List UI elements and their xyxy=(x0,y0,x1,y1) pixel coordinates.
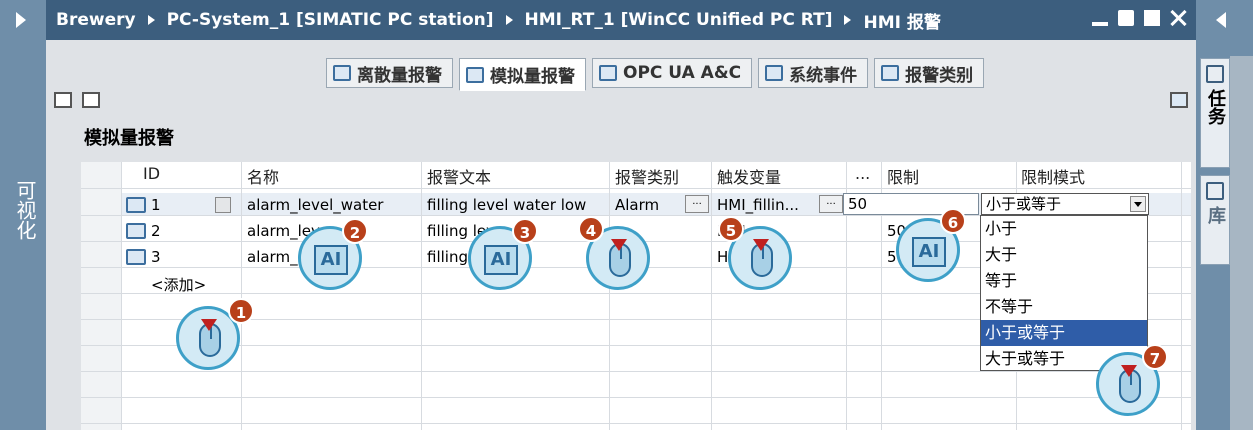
option-less-than[interactable]: 小于 xyxy=(981,216,1147,242)
row1-text[interactable]: filling level water low xyxy=(427,196,586,214)
breadcrumb-brewery[interactable]: Brewery xyxy=(56,10,136,30)
text-input-icon: AI xyxy=(314,245,348,275)
header-id[interactable]: ID xyxy=(143,164,160,183)
expand-arrow-icon[interactable] xyxy=(16,12,26,28)
chevron-down-icon[interactable] xyxy=(1130,196,1146,212)
header-limit[interactable]: 限制 xyxy=(887,164,919,188)
tab-label: 报警类别 xyxy=(905,65,974,86)
left-panel: 可视化 xyxy=(0,0,46,430)
visualization-panel-label[interactable]: 可视化 xyxy=(8,180,37,240)
header-more[interactable]: ... xyxy=(855,164,870,183)
tab-opc-ua-ac[interactable]: OPC UA A&C xyxy=(592,58,753,88)
system-event-icon xyxy=(765,65,784,81)
breadcrumb-separator-icon xyxy=(844,15,852,25)
header-trigger-tag[interactable]: 触发变量 xyxy=(717,164,781,188)
alarm-tabs: 离散量报警 模拟量报警 OPC UA A&C 系统事件 报警类别 xyxy=(326,58,985,91)
click-arrow-icon xyxy=(201,319,217,331)
tab-analog-alarms[interactable]: 模拟量报警 xyxy=(459,58,586,91)
trigger-picker-button[interactable]: ... xyxy=(819,195,843,213)
window-controls xyxy=(1092,10,1186,26)
tab-label: 模拟量报警 xyxy=(490,67,575,87)
tasks-side-tab[interactable]: 任务 xyxy=(1200,58,1230,168)
title-bar: Brewery PC-System_1 [SIMATIC PC station]… xyxy=(46,0,1196,40)
text-input-icon: AI xyxy=(484,245,518,275)
alarm-class-icon xyxy=(881,65,900,81)
click-arrow-icon xyxy=(1121,365,1137,377)
library-label: 库 xyxy=(1205,206,1226,224)
restore-icon[interactable] xyxy=(1118,10,1134,26)
analog-alarm-icon xyxy=(126,197,146,213)
tasks-label: 任务 xyxy=(1205,89,1226,125)
export-icon[interactable] xyxy=(82,92,100,108)
tab-discrete-alarms[interactable]: 离散量报警 xyxy=(326,58,453,88)
collapse-arrow-icon[interactable] xyxy=(1216,12,1226,28)
click-arrow-icon xyxy=(611,239,627,251)
option-less-or-equal[interactable]: 小于或等于 xyxy=(981,320,1147,346)
limit-mode-value: 小于或等于 xyxy=(986,195,1062,213)
row1-id[interactable]: 1 xyxy=(151,196,161,214)
id-spinner[interactable] xyxy=(215,197,231,213)
callout-number: 5 xyxy=(718,216,744,242)
row1-name[interactable]: alarm_level_water xyxy=(247,196,383,214)
tasks-icon xyxy=(1206,65,1224,83)
callout-number: 3 xyxy=(512,218,538,244)
row1-class[interactable]: Alarm xyxy=(615,196,659,214)
columns-icon[interactable] xyxy=(1170,92,1188,108)
callout-number: 4 xyxy=(578,216,604,242)
opc-icon xyxy=(599,65,617,81)
right-panel-bg xyxy=(1230,56,1253,430)
callout-number: 7 xyxy=(1142,344,1168,370)
option-greater-than[interactable]: 大于 xyxy=(981,242,1147,268)
header-alarm-class[interactable]: 报警类别 xyxy=(615,164,679,188)
analog-alarm-icon xyxy=(126,249,146,265)
tab-label: OPC UA A&C xyxy=(623,63,742,83)
limit-mode-select[interactable]: 小于或等于 xyxy=(981,193,1149,215)
breadcrumb-hmi-alarms[interactable]: HMI 报警 xyxy=(863,8,940,33)
row-header-column xyxy=(81,162,121,430)
class-picker-button[interactable]: ... xyxy=(685,195,709,213)
callout-number: 2 xyxy=(342,218,368,244)
breadcrumb-pc-system[interactable]: PC-System_1 [SIMATIC PC station] xyxy=(167,10,494,30)
maximize-icon[interactable] xyxy=(1144,10,1160,26)
row1-trigger[interactable]: HMI_fillin... xyxy=(717,196,799,214)
analog-alarm-icon xyxy=(126,223,146,239)
header-limit-mode[interactable]: 限制模式 xyxy=(1021,164,1085,188)
tab-label: 离散量报警 xyxy=(357,65,442,86)
tab-alarm-classes[interactable]: 报警类别 xyxy=(874,58,985,88)
toolbar xyxy=(54,92,100,108)
section-title: 模拟量报警 xyxy=(84,128,174,149)
minimize-icon[interactable] xyxy=(1092,10,1108,26)
discrete-alarm-icon xyxy=(333,65,351,81)
click-arrow-icon xyxy=(753,239,769,251)
analog-alarm-icon xyxy=(466,66,484,83)
header-name[interactable]: 名称 xyxy=(247,164,279,188)
library-side-tab[interactable]: 库 xyxy=(1200,175,1230,265)
tab-system-events[interactable]: 系统事件 xyxy=(758,58,869,88)
breadcrumb-separator-icon xyxy=(147,15,155,25)
option-not-equal[interactable]: 不等于 xyxy=(981,294,1147,320)
header-alarm-text[interactable]: 报警文本 xyxy=(427,164,491,188)
callout-number: 1 xyxy=(228,298,254,324)
close-icon[interactable] xyxy=(1170,10,1186,26)
alarm-table: ID 名称 报警文本 报警类别 触发变量 ... 限制 限制模式 1 alarm… xyxy=(81,162,1191,430)
text-input-icon: AI xyxy=(912,237,946,267)
callout-number: 6 xyxy=(940,208,966,234)
breadcrumb-separator-icon xyxy=(505,15,513,25)
option-equal[interactable]: 等于 xyxy=(981,268,1147,294)
import-icon[interactable] xyxy=(54,92,72,108)
add-row[interactable]: <添加> xyxy=(151,274,206,295)
library-icon xyxy=(1206,182,1224,200)
tab-label: 系统事件 xyxy=(789,65,858,86)
row2-id[interactable]: 2 xyxy=(151,222,161,240)
breadcrumb-hmi-rt[interactable]: HMI_RT_1 [WinCC Unified PC RT] xyxy=(525,10,833,30)
row3-id[interactable]: 3 xyxy=(151,248,161,266)
limit-mode-dropdown: 小于 大于 等于 不等于 小于或等于 大于或等于 xyxy=(980,215,1148,371)
